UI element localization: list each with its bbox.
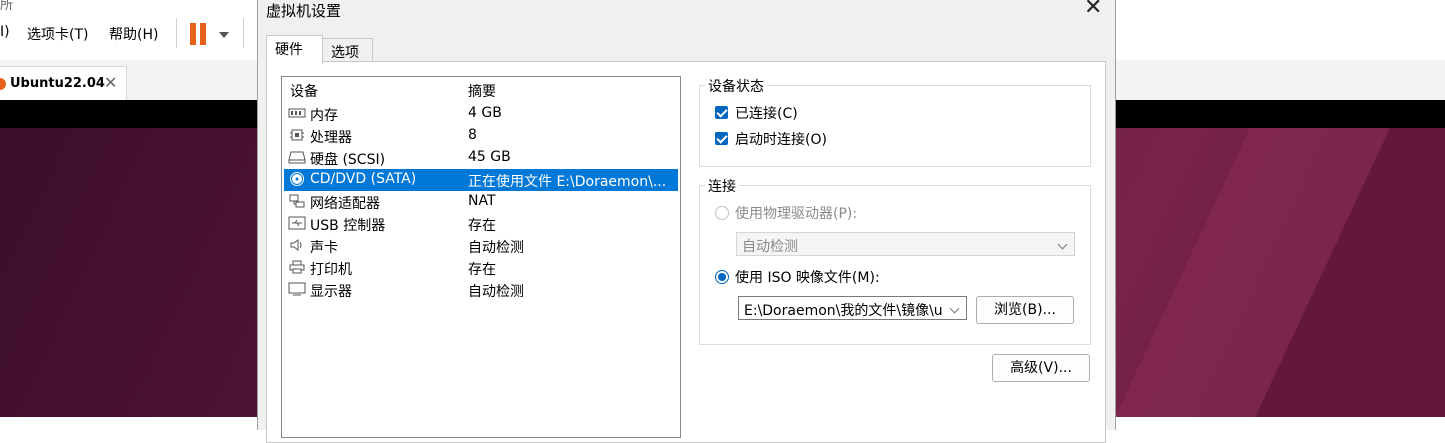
- connected-checkbox[interactable]: [715, 106, 728, 119]
- device-row-printer[interactable]: 打印机 存在: [284, 257, 678, 279]
- device-status-group: [699, 85, 1091, 167]
- physical-drive-label[interactable]: 使用物理驱动器(P):: [735, 203, 857, 223]
- connect-at-power-on-label[interactable]: 启动时连接(O): [735, 129, 827, 149]
- physical-drive-value: 自动检测: [742, 239, 798, 255]
- close-icon[interactable]: ✕: [104, 73, 117, 92]
- device-summary: 存在: [468, 262, 496, 278]
- processor-icon: [290, 129, 304, 141]
- device-summary: 45 GB: [468, 149, 511, 165]
- chevron-down-icon[interactable]: [219, 32, 229, 38]
- device-summary: 存在: [468, 218, 496, 234]
- device-row-usb[interactable]: USB 控制器 存在: [284, 213, 678, 235]
- column-header-summary[interactable]: 摘要: [468, 81, 496, 101]
- device-row-network[interactable]: 网络适配器 NAT: [284, 191, 678, 213]
- device-name: CD/DVD (SATA): [310, 171, 417, 187]
- device-row-processor[interactable]: 处理器 8: [284, 125, 678, 147]
- connection-title: 连接: [705, 176, 739, 196]
- iso-image-radio[interactable]: [715, 270, 729, 284]
- vm-tab-label: Ubuntu22.04: [10, 76, 105, 91]
- menu-item-partial[interactable]: I): [0, 24, 10, 40]
- close-icon[interactable]: ✕: [1084, 0, 1102, 19]
- monitor-icon: [288, 282, 306, 296]
- connect-at-power-on-checkbox[interactable]: [715, 132, 728, 145]
- device-summary: 自动检测: [468, 240, 524, 256]
- device-summary: NAT: [468, 193, 496, 209]
- device-name: 硬盘 (SCSI): [310, 152, 386, 168]
- device-name: USB 控制器: [310, 218, 386, 234]
- menu-item-tabs[interactable]: 选项卡(T): [27, 24, 88, 44]
- device-row-harddisk[interactable]: 硬盘 (SCSI) 45 GB: [284, 147, 678, 169]
- device-summary: 自动检测: [468, 284, 524, 300]
- iso-image-label[interactable]: 使用 ISO 映像文件(M):: [735, 267, 880, 287]
- menu-item-help[interactable]: 帮助(H): [109, 24, 158, 44]
- device-row-display[interactable]: 显示器 自动检测: [284, 279, 678, 301]
- cd-dvd-icon: [290, 172, 304, 186]
- tab-label: 硬件: [275, 42, 303, 58]
- device-name: 内存: [310, 108, 338, 124]
- tab-label: 选项: [331, 45, 359, 61]
- connected-label[interactable]: 已连接(C): [735, 103, 798, 123]
- device-row-sound[interactable]: 声卡 自动检测: [284, 235, 678, 257]
- tab-options[interactable]: 选项: [322, 38, 373, 63]
- device-summary: 4 GB: [468, 105, 502, 121]
- harddisk-icon: [288, 151, 306, 164]
- chevron-down-icon: [949, 303, 960, 314]
- network-adapter-icon: [289, 194, 305, 208]
- toolbar-divider: [243, 18, 244, 48]
- device-row-memory[interactable]: 内存 4 GB: [284, 103, 678, 125]
- device-summary: 正在使用文件 E:\Doraemon\...: [468, 174, 667, 190]
- chevron-down-icon: [1057, 239, 1068, 250]
- dialog-title: 虚拟机设置: [266, 2, 342, 20]
- column-header-device[interactable]: 设备: [290, 81, 318, 101]
- toolbar-divider: [176, 18, 177, 48]
- device-list[interactable]: 设备 摘要 内存 4 GB 处理器 8 硬盘 (SCSI) 45 GB CD/D…: [281, 76, 681, 438]
- device-name: 处理器: [310, 130, 352, 146]
- app-title-fragment: 所: [0, 0, 14, 13]
- physical-drive-select[interactable]: 自动检测: [736, 232, 1075, 256]
- advanced-button[interactable]: 高级(V)...: [992, 354, 1090, 382]
- memory-icon: [288, 108, 306, 118]
- physical-drive-radio[interactable]: [715, 206, 729, 220]
- printer-icon: [289, 260, 305, 274]
- device-name: 打印机: [310, 262, 352, 278]
- device-status-title: 设备状态: [705, 76, 767, 96]
- device-name: 网络适配器: [310, 196, 380, 212]
- tab-vm-ubuntu[interactable]: Ubuntu22.04 ✕: [0, 66, 127, 101]
- vm-settings-dialog: 虚拟机设置 ✕ 硬件 选项 设备 摘要 内存 4 GB 处理器 8 硬盘 (SC…: [257, 0, 1116, 443]
- device-name: 声卡: [310, 240, 338, 256]
- pause-icon[interactable]: [190, 23, 206, 45]
- iso-path-value: E:\Doraemon\我的文件\镜像\u: [744, 303, 942, 319]
- speaker-icon: [290, 239, 302, 251]
- device-summary: 8: [468, 127, 477, 143]
- iso-path-combo[interactable]: E:\Doraemon\我的文件\镜像\u: [738, 296, 967, 320]
- tab-hardware[interactable]: 硬件: [266, 35, 323, 64]
- device-name: 显示器: [310, 284, 352, 300]
- hardware-panel: 设备 摘要 内存 4 GB 处理器 8 硬盘 (SCSI) 45 GB CD/D…: [266, 61, 1106, 443]
- browse-button[interactable]: 浏览(B)...: [976, 296, 1074, 324]
- device-row-cd-dvd[interactable]: CD/DVD (SATA) 正在使用文件 E:\Doraemon\...: [284, 169, 678, 191]
- usb-icon: [288, 216, 306, 230]
- vm-icon: [0, 78, 6, 90]
